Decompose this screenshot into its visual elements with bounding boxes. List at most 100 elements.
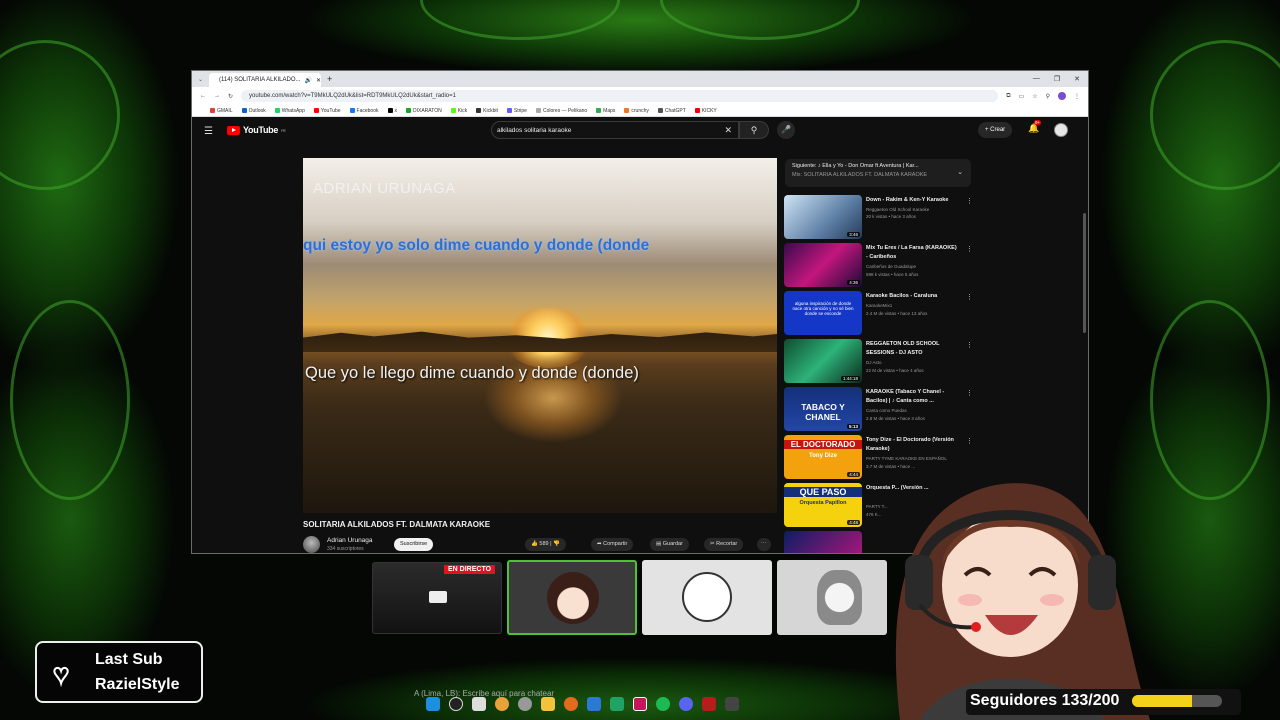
chevron-down-icon[interactable]: ⌄ xyxy=(957,168,963,176)
video-item-meta: 2.8 M de vistas • hace 3 años xyxy=(866,416,925,421)
notifications-button[interactable]: 🔔 9+ xyxy=(1028,120,1042,134)
more-options-icon[interactable]: ⋮ xyxy=(966,245,973,253)
avatar xyxy=(817,570,862,625)
task-view-icon[interactable] xyxy=(472,697,486,711)
video-item-title: Karaoke Bacilos - Caraluna xyxy=(866,293,938,299)
reload-icon[interactable]: ↻ xyxy=(228,93,233,100)
tab-youtube[interactable]: (114) SOLITARIA ALKILADO... 🔊 ✕ xyxy=(209,73,322,87)
search-input[interactable]: alkilados solitaria karaoke ✕ xyxy=(491,121,739,139)
app-icon[interactable] xyxy=(633,697,647,711)
obs-icon[interactable] xyxy=(518,697,532,711)
channel-name[interactable]: Adrian Urunaga xyxy=(327,537,373,544)
whatsapp-icon xyxy=(274,108,280,113)
windows-start-icon[interactable] xyxy=(426,697,440,711)
bookmark-item[interactable]: YouTube xyxy=(313,108,341,114)
chrome-icon[interactable] xyxy=(495,697,509,711)
bookmark-item[interactable]: DIXARATON xyxy=(406,108,442,114)
save-button[interactable]: ▤ Guardar xyxy=(650,538,689,551)
channel-avatar[interactable] xyxy=(303,536,320,553)
more-options-icon[interactable]: ⋮ xyxy=(966,293,973,301)
taskbar xyxy=(426,693,866,715)
list-item[interactable]: 1:44:18 REGGAETON OLD SCHOOL SESSIONS - … xyxy=(784,339,974,385)
bookmark-item[interactable]: crunchy xyxy=(624,108,649,114)
cast-icon[interactable]: ▭ xyxy=(1019,93,1025,100)
clear-search-icon[interactable]: ✕ xyxy=(724,125,732,136)
app-icon[interactable] xyxy=(702,697,716,711)
app-icon[interactable] xyxy=(725,697,739,711)
close-tab-icon[interactable]: ✕ xyxy=(316,77,321,84)
video-item-meta: 598 k vistas • hace 5 años xyxy=(866,272,919,277)
more-actions-button[interactable]: ⋯ xyxy=(757,538,771,551)
hamburger-menu-icon[interactable]: ☰ xyxy=(204,126,213,137)
speaker-icon[interactable]: 🔊 xyxy=(305,77,312,84)
translate-icon[interactable]: ⧉ xyxy=(1006,93,1010,100)
close-window-button[interactable]: ✕ xyxy=(1074,75,1080,83)
mic-icon: 🎤 xyxy=(781,125,791,134)
bookmark-item[interactable]: Stripe xyxy=(506,108,527,114)
list-item[interactable]: 3:46 Down - Rakim & Ken-Y Karaoke Reggae… xyxy=(784,195,974,241)
outlook-icon xyxy=(241,108,247,113)
face-drawing-icon xyxy=(682,572,732,622)
followers-goal-widget: Seguidores 133/200 xyxy=(966,689,1241,715)
video-item-title: REGGAETON OLD SCHOOL SESSIONS - DJ ASTO xyxy=(866,341,940,356)
voice-search-button[interactable]: 🎤 xyxy=(777,121,795,139)
list-item[interactable]: 4:36 Mix Tu Eres / La Farsa (KARAOKE) - … xyxy=(784,243,974,289)
search-button[interactable]: ⚲ xyxy=(739,121,769,139)
app-icon[interactable] xyxy=(587,697,601,711)
lyric-line-top: qui estoy yo solo dime cuando y donde (d… xyxy=(303,237,650,254)
spotify-icon[interactable] xyxy=(656,697,670,711)
firefox-icon[interactable] xyxy=(564,697,578,711)
minimize-button[interactable]: — xyxy=(1033,75,1040,83)
tab-list-icon[interactable]: ⌄ xyxy=(198,76,203,83)
bookmark-star-icon[interactable]: ☆ xyxy=(1032,93,1037,100)
app-icon[interactable] xyxy=(610,697,624,711)
back-icon[interactable]: ← xyxy=(200,93,206,99)
menu-icon[interactable]: ⋮ xyxy=(1074,93,1080,100)
extensions-icon[interactable]: ⚲ xyxy=(1046,93,1050,100)
monitor-icon xyxy=(429,591,447,603)
more-options-icon[interactable]: ⋮ xyxy=(966,437,973,445)
profile-avatar[interactable] xyxy=(1058,92,1066,100)
create-button[interactable]: + Crear xyxy=(978,122,1013,138)
bookmark-item[interactable]: Colores — Pelikano xyxy=(535,108,587,114)
bookmark-item[interactable]: GMAIL xyxy=(210,108,233,114)
bookmark-item[interactable]: Outlook xyxy=(241,108,266,114)
maximize-button[interactable]: ❐ xyxy=(1054,75,1060,83)
youtube-play-icon xyxy=(227,125,240,135)
scene-thumbnail-avatar[interactable] xyxy=(507,560,637,635)
bookmark-item[interactable]: KICKY xyxy=(694,108,717,114)
bookmark-item[interactable]: Facebook xyxy=(349,108,379,114)
video-thumbnail: alguna inspiración de donde nace otra ca… xyxy=(784,291,862,335)
url-field[interactable]: youtube.com/watch?v=T9MkULQ2dUk&list=RDT… xyxy=(241,90,999,102)
more-options-icon[interactable]: ⋮ xyxy=(966,389,973,397)
subscribe-button[interactable]: Suscribirse xyxy=(394,538,434,551)
video-player[interactable]: ADRIAN URUNAGA qui estoy yo solo dime cu… xyxy=(303,158,777,513)
bookmark-item[interactable]: Maps xyxy=(596,108,615,114)
bookmark-item[interactable]: WhatsApp xyxy=(274,108,305,114)
lyric-line-bottom: Que yo le llego dime cuando y donde (don… xyxy=(305,364,639,382)
clip-button[interactable]: ✂ Recortar xyxy=(704,538,744,551)
share-button[interactable]: ➦ Compartir xyxy=(591,538,634,551)
bookmark-item[interactable]: ChatGPT xyxy=(657,108,686,114)
more-options-icon[interactable]: ⋮ xyxy=(966,341,973,349)
folder-icon[interactable] xyxy=(541,697,555,711)
bookmark-item[interactable]: Kickbit xyxy=(476,108,498,114)
scrollbar[interactable] xyxy=(1083,213,1086,333)
more-options-icon[interactable]: ⋮ xyxy=(966,197,973,205)
search-icon[interactable] xyxy=(449,697,463,711)
scene-thumbnail-face[interactable] xyxy=(642,560,772,635)
like-button[interactable]: 👍 589 | 👎 xyxy=(525,538,566,551)
mix-next-up-panel[interactable]: Siguiente: ♪ Ella y Yo - Don Omar ft Ave… xyxy=(785,159,971,187)
forward-icon[interactable]: → xyxy=(214,93,220,99)
account-avatar[interactable] xyxy=(1054,123,1068,137)
list-item[interactable]: TABACO Y CHANEL 5:13 KARAOKE (Tabaco Y Ch… xyxy=(784,387,974,433)
new-tab-button[interactable]: + xyxy=(327,74,332,84)
video-item-channel: DJ Asto xyxy=(866,360,882,365)
list-item[interactable]: alguna inspiración de donde nace otra ca… xyxy=(784,291,974,337)
discord-icon[interactable] xyxy=(679,697,693,711)
youtube-logo[interactable]: YouTube PE xyxy=(227,125,286,135)
thumbs-down-icon[interactable]: | 👎 xyxy=(550,541,560,547)
bookmark-item[interactable]: Kick xyxy=(450,108,467,114)
avatar xyxy=(547,572,599,624)
bookmark-item[interactable]: x xyxy=(387,108,397,114)
